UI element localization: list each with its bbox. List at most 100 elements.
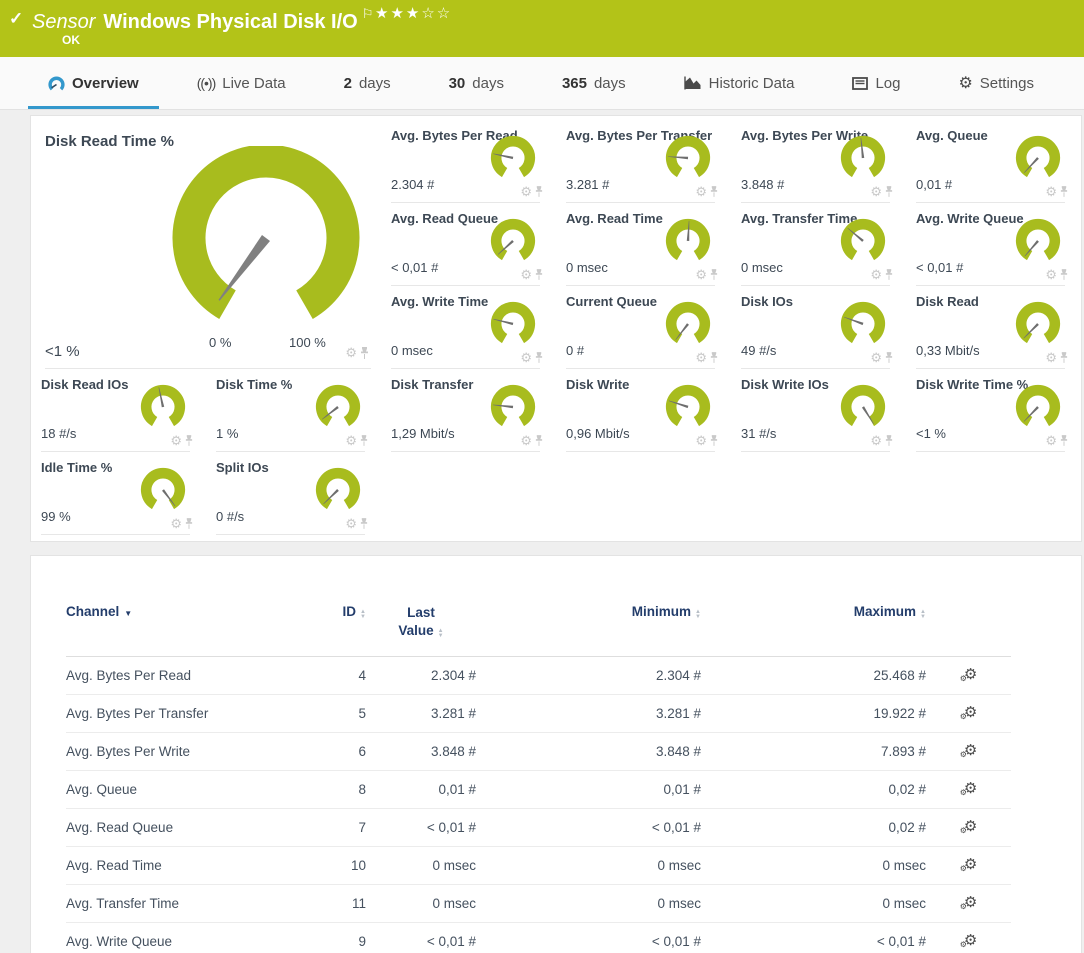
pin-icon[interactable]	[1060, 435, 1068, 446]
gauge-cell: Disk Read IOs 18 #/s ⚙	[31, 369, 206, 452]
tab-live-data[interactable]: ((•)) Live Data	[177, 57, 306, 109]
tab-30-days[interactable]: 30 days	[429, 57, 524, 109]
gauge-settings-icon[interactable]: ⚙	[695, 434, 707, 447]
gauge-value: 2.304 #	[391, 177, 434, 192]
pin-icon[interactable]	[885, 269, 893, 280]
gauge-cell: Disk IOs 49 #/s ⚙	[731, 286, 906, 369]
pin-icon[interactable]	[710, 352, 718, 363]
gauge-settings-icon[interactable]: ⚙	[695, 268, 707, 281]
pin-icon[interactable]	[885, 435, 893, 446]
cell-maximum: 0,02 #	[701, 809, 926, 847]
pin-icon[interactable]	[710, 269, 718, 280]
gauge-settings-icon[interactable]: ⚙	[345, 517, 357, 530]
mini-gauge	[661, 133, 715, 181]
pin-icon[interactable]	[535, 435, 543, 446]
gauge-title: Avg. Queue	[916, 128, 988, 143]
pin-icon[interactable]	[710, 435, 718, 446]
gauge-settings-icon[interactable]: ⚙	[1045, 351, 1057, 364]
pin-icon[interactable]	[185, 518, 193, 529]
cell-channel: Avg. Read Time	[66, 847, 306, 885]
sort-icon[interactable]: ▲▼	[920, 610, 926, 620]
gauge-value: < 0,01 #	[391, 260, 438, 275]
channel-settings-icon[interactable]: ⚙⚙	[960, 782, 978, 796]
pin-icon[interactable]	[535, 352, 543, 363]
tab-settings[interactable]: ⚙ Settings	[938, 57, 1054, 109]
col-header-channel[interactable]: Channel▼	[66, 598, 306, 657]
gauge-settings-icon[interactable]: ⚙	[520, 434, 532, 447]
gauge-settings-icon[interactable]: ⚙	[520, 185, 532, 198]
sensor-header: ✓ SensorWindows Physical Disk I/O⚐ ★★★☆☆…	[0, 0, 1084, 57]
gauge-settings-icon[interactable]: ⚙	[170, 434, 182, 447]
col-header-minimum[interactable]: Minimum▲▼	[476, 598, 701, 657]
tab-2-days[interactable]: 2 days	[324, 57, 411, 109]
gauge-settings-icon[interactable]: ⚙	[870, 434, 882, 447]
pin-icon[interactable]	[360, 435, 368, 446]
cell-id: 8	[306, 771, 366, 809]
channel-settings-icon[interactable]: ⚙⚙	[960, 668, 978, 682]
pin-icon[interactable]	[360, 347, 369, 359]
cell-channel: Avg. Transfer Time	[66, 885, 306, 923]
flag-icon[interactable]: ⚐	[362, 6, 374, 21]
gauge-settings-icon[interactable]: ⚙	[695, 185, 707, 198]
gauge-title: Disk Write	[566, 377, 629, 392]
cell-last-value: < 0,01 #	[366, 809, 476, 847]
tab-overview[interactable]: Overview	[28, 57, 159, 109]
pin-icon[interactable]	[1060, 269, 1068, 280]
sort-icon[interactable]: ▲▼	[695, 610, 701, 620]
channel-table-panel: Channel▼ ID▲▼ LastValue▲▼ Minimum▲▼ Maxi…	[30, 555, 1082, 953]
gauge-settings-icon[interactable]: ⚙	[520, 351, 532, 364]
pin-icon[interactable]	[1060, 352, 1068, 363]
pin-icon[interactable]	[710, 186, 718, 197]
sort-icon[interactable]: ▲▼	[438, 629, 444, 639]
gauge-value: 0,01 #	[916, 177, 952, 192]
gauge-settings-icon[interactable]: ⚙	[870, 351, 882, 364]
pin-icon[interactable]	[360, 518, 368, 529]
channel-settings-icon[interactable]: ⚙⚙	[960, 934, 978, 948]
channel-settings-icon[interactable]: ⚙⚙	[960, 706, 978, 720]
gauge-settings-icon[interactable]: ⚙	[520, 268, 532, 281]
pin-icon[interactable]	[885, 186, 893, 197]
cell-channel: Avg. Bytes Per Write	[66, 733, 306, 771]
mini-gauge	[136, 382, 190, 430]
pin-icon[interactable]	[1060, 186, 1068, 197]
gauge-settings-icon[interactable]: ⚙	[1045, 268, 1057, 281]
col-header-last-value[interactable]: LastValue▲▼	[366, 598, 476, 657]
gauge-settings-icon[interactable]: ⚙	[345, 434, 357, 447]
tab-log[interactable]: Log	[832, 57, 920, 109]
tab-365-days[interactable]: 365 days	[542, 57, 646, 109]
channel-settings-icon[interactable]: ⚙⚙	[960, 896, 978, 910]
cell-last-value: 0 msec	[366, 885, 476, 923]
gauge-settings-icon[interactable]: ⚙	[170, 517, 182, 530]
gauge-settings-icon[interactable]: ⚙	[345, 346, 357, 359]
priority-stars[interactable]: ★★★☆☆	[375, 4, 452, 22]
pin-icon[interactable]	[885, 352, 893, 363]
pin-icon[interactable]	[535, 186, 543, 197]
table-row: Avg. Write Queue 9 < 0,01 # < 0,01 # < 0…	[66, 923, 1011, 953]
gauge-cell: Split IOs 0 #/s ⚙	[206, 452, 381, 535]
gauge-cell: Avg. Bytes Per Write 3.848 # ⚙	[731, 120, 906, 203]
sort-icon[interactable]: ▲▼	[360, 610, 366, 620]
gauge-settings-icon[interactable]: ⚙	[1045, 434, 1057, 447]
channel-settings-icon[interactable]: ⚙⚙	[960, 858, 978, 872]
mini-gauge	[486, 133, 540, 181]
tab-historic-data[interactable]: Historic Data	[664, 57, 815, 109]
channel-settings-icon[interactable]: ⚙⚙	[960, 820, 978, 834]
cell-maximum: 0 msec	[701, 847, 926, 885]
col-header-id[interactable]: ID▲▼	[306, 598, 366, 657]
pin-icon[interactable]	[185, 435, 193, 446]
gauge-settings-icon[interactable]: ⚙	[870, 268, 882, 281]
gauge-settings-icon[interactable]: ⚙	[1045, 185, 1057, 198]
gauge-cell: Disk Write IOs 31 #/s ⚙	[731, 369, 906, 452]
gauge-settings-icon[interactable]: ⚙	[870, 185, 882, 198]
col-header-maximum[interactable]: Maximum▲▼	[701, 598, 926, 657]
stars-filled[interactable]: ★★★	[375, 5, 421, 22]
sort-desc-icon[interactable]: ▼	[124, 609, 132, 618]
cell-maximum: < 0,01 #	[701, 923, 926, 953]
channel-settings-icon[interactable]: ⚙⚙	[960, 744, 978, 758]
primary-gauge-cell: Disk Read Time % 0 % 100 % <1 % ⚙	[31, 120, 381, 369]
stars-empty[interactable]: ☆☆	[421, 5, 452, 22]
gauge-title: Disk Write IOs	[741, 377, 829, 392]
gauge-settings-icon[interactable]: ⚙	[695, 351, 707, 364]
pin-icon[interactable]	[535, 269, 543, 280]
mini-gauge	[836, 133, 890, 181]
